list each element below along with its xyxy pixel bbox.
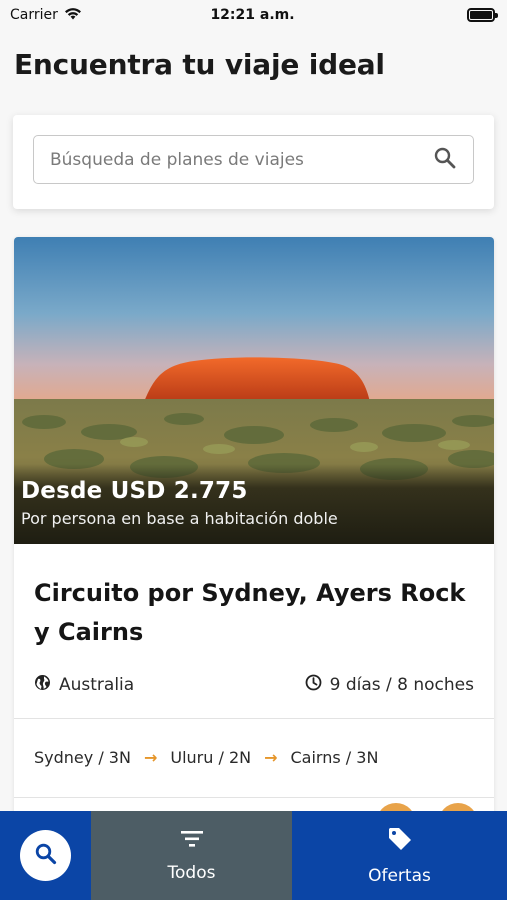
divider	[14, 797, 494, 798]
price-note: Por persona en base a habitación doble	[21, 509, 338, 528]
route-stop: Sydney / 3N	[34, 748, 131, 767]
arrow-right-icon: →	[143, 748, 158, 767]
tab-bar: Todos Ofertas	[0, 811, 507, 900]
status-bar: Carrier 12:21 a.m.	[0, 0, 507, 30]
tab-label: Todos	[167, 862, 216, 883]
price-overlay: Desde USD 2.775 Por persona en base a ha…	[14, 464, 494, 544]
country-label: Australia	[59, 675, 135, 695]
trip-title[interactable]: Circuito por Sydney, Ayers Rock y Cairns	[34, 574, 474, 652]
search-box[interactable]	[33, 135, 474, 184]
battery-icon	[466, 8, 498, 22]
price-label: Desde USD 2.775	[21, 478, 248, 504]
search-button[interactable]	[20, 830, 71, 881]
country-meta: Australia	[34, 674, 134, 696]
wifi-icon	[64, 7, 82, 24]
trip-meta: Australia 9 días / 8 noches	[34, 674, 474, 696]
arrow-right-icon: →	[264, 748, 278, 767]
status-time: 12:21 a.m.	[210, 7, 295, 23]
filter-icon	[180, 829, 204, 854]
tab-todos[interactable]: Todos	[91, 811, 292, 900]
trip-card[interactable]: Desde USD 2.775 Por persona en base a ha…	[14, 237, 494, 837]
globe-icon	[34, 674, 51, 696]
route-stop: Uluru / 2N	[170, 748, 252, 767]
tab-label: Ofertas	[368, 865, 431, 886]
search-card	[13, 115, 494, 209]
trip-image[interactable]: Desde USD 2.775 Por persona en base a ha…	[14, 237, 494, 544]
search-input[interactable]	[50, 149, 410, 170]
carrier-label: Carrier	[10, 7, 58, 23]
route-stop: Cairns / 3N	[290, 748, 379, 767]
status-right	[375, 8, 498, 22]
page-title: Encuentra tu viaje ideal	[14, 48, 385, 81]
status-left: Carrier	[10, 7, 130, 24]
trip-body: Circuito por Sydney, Ayers Rock y Cairns…	[14, 544, 494, 696]
tag-icon	[387, 826, 413, 857]
search-icon	[34, 842, 58, 870]
tab-ofertas[interactable]: Ofertas	[292, 811, 507, 900]
duration-label: 9 días / 8 noches	[329, 675, 474, 695]
route-row: Sydney / 3N → Uluru / 2N → Cairns / 3N	[14, 719, 494, 767]
clock-icon	[305, 674, 322, 696]
search-icon[interactable]	[433, 146, 457, 174]
tab-search[interactable]	[0, 811, 91, 900]
duration-meta: 9 días / 8 noches	[305, 674, 474, 696]
